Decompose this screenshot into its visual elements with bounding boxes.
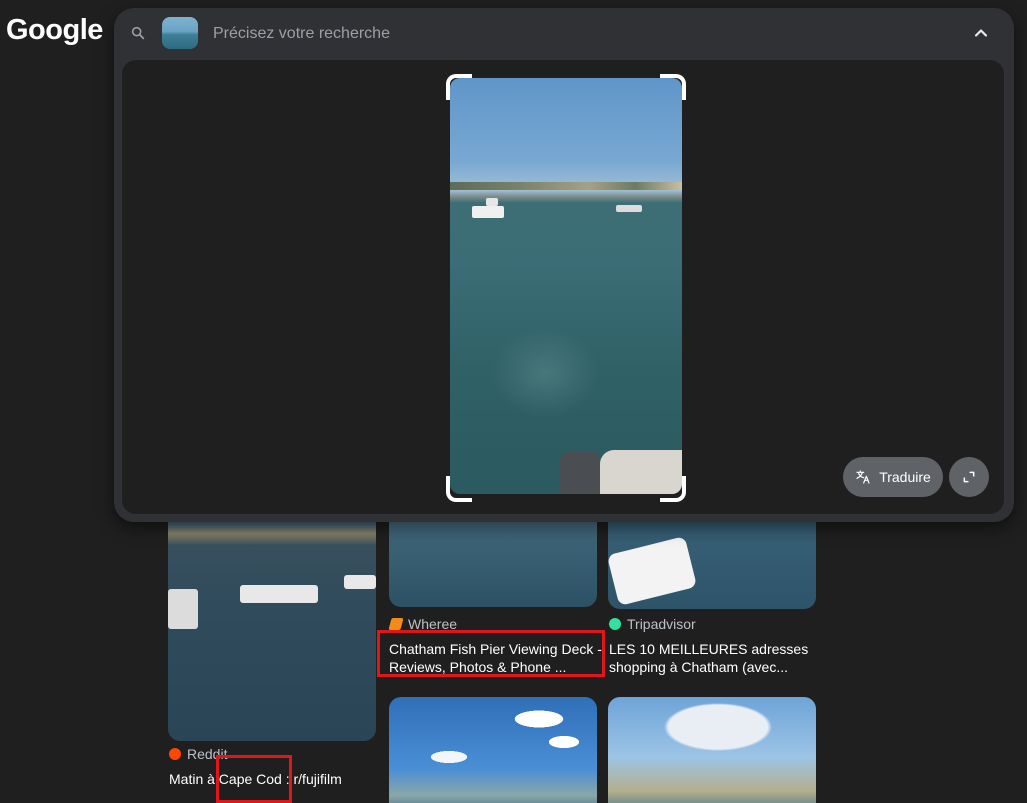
selected-photo[interactable] (450, 78, 682, 494)
source-name: Tripadvisor (627, 616, 696, 632)
crop-handle-top-right[interactable] (660, 74, 686, 100)
result-image-reddit[interactable] (168, 505, 376, 741)
page: Google Wheree Chatham Fish Pier Viewing … (0, 0, 1027, 803)
boat-left-cabin (486, 198, 498, 206)
highlight-box-chatham (377, 630, 605, 677)
query-image-thumbnail[interactable] (162, 17, 198, 49)
expand-icon (963, 471, 975, 483)
crop-handle-top-left[interactable] (446, 74, 472, 100)
result-image-5[interactable] (608, 697, 816, 803)
crop-handle-bottom-left[interactable] (446, 476, 472, 502)
search-bar (114, 8, 1014, 58)
translate-button[interactable]: Traduire (843, 457, 943, 497)
source-tripadvisor[interactable]: Tripadvisor (609, 616, 696, 632)
shoreline (450, 182, 682, 190)
reddit-icon (169, 748, 181, 760)
search-input[interactable] (211, 21, 955, 47)
crop-handle-bottom-right[interactable] (660, 476, 686, 502)
chevron-up-icon[interactable] (971, 23, 991, 43)
outboard-motor (560, 452, 600, 494)
boat-left (472, 206, 504, 218)
lens-image-area: Traduire (122, 60, 1004, 514)
highlight-box-cape-cod (216, 755, 292, 803)
result-image-4[interactable] (389, 697, 597, 803)
expand-button[interactable] (949, 457, 989, 497)
tripadvisor-icon (609, 618, 621, 630)
boat-wake (490, 328, 600, 418)
google-logo[interactable]: Google (6, 14, 103, 47)
translate-label: Traduire (879, 469, 931, 485)
translate-icon (856, 470, 870, 484)
wheree-icon (388, 618, 404, 630)
search-icon (131, 26, 145, 40)
boat-right (616, 205, 642, 212)
lens-panel: Traduire (114, 8, 1014, 522)
result-title-tripadvisor[interactable]: LES 10 MEILLEURES adresses shopping à Ch… (609, 640, 824, 676)
